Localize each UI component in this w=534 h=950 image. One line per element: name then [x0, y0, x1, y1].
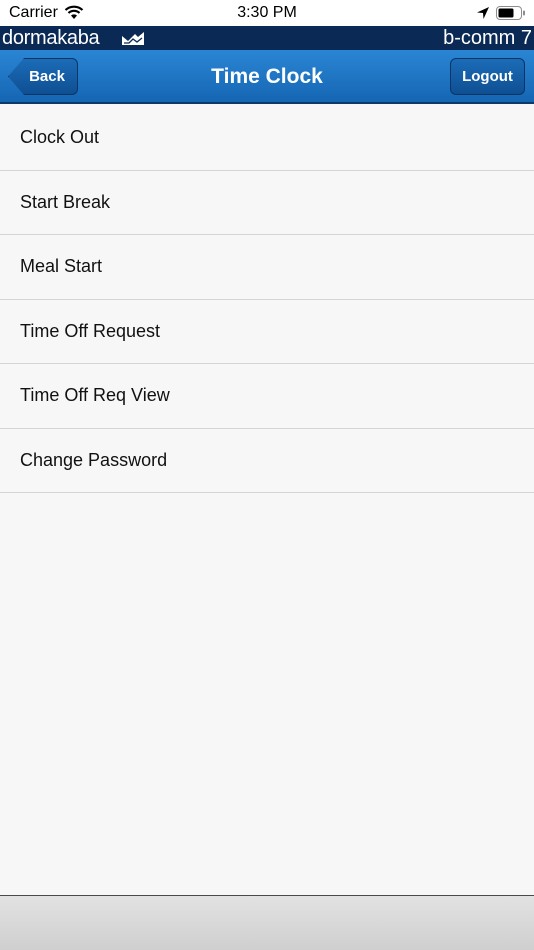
logout-button-label: Logout	[462, 68, 513, 85]
battery-icon	[496, 6, 525, 20]
location-icon	[477, 7, 489, 19]
menu-list: Clock Out Start Break Meal Start Time Of…	[0, 106, 534, 493]
dormakaba-mark-icon	[122, 32, 144, 45]
menu-item-label: Clock Out	[20, 127, 100, 148]
menu-item-change-password[interactable]: Change Password	[0, 429, 534, 493]
menu-item-label: Start Break	[20, 191, 111, 212]
brand-banner: dormakaba b-comm 7	[0, 26, 534, 50]
menu-item-clock-out[interactable]: Clock Out	[0, 106, 534, 171]
menu-item-meal-start[interactable]: Meal Start	[0, 235, 534, 300]
menu-item-label: Time Off Req View	[20, 385, 170, 406]
brand-logo: dormakaba	[2, 27, 100, 49]
menu-item-label: Meal Start	[20, 256, 103, 277]
menu-item-label: Time Off Request	[20, 320, 161, 341]
status-bar: Carrier 3:30 PM	[0, 0, 534, 26]
status-time: 3:30 PM	[237, 4, 297, 21]
app-name: b-comm 7	[443, 27, 532, 49]
menu-item-label: Change Password	[20, 449, 168, 470]
logout-button[interactable]: Logout	[450, 58, 525, 95]
navigation-bar: Back Time Clock Logout	[0, 50, 534, 104]
menu-item-time-off-req-view[interactable]: Time Off Req View	[0, 364, 534, 429]
time-clock-screen: Carrier 3:30 PM dormakaba b-comm 7 Back …	[0, 0, 534, 950]
menu-item-time-off-request[interactable]: Time Off Request	[0, 300, 534, 364]
bottom-toolbar	[0, 895, 534, 950]
menu-item-start-break[interactable]: Start Break	[0, 171, 534, 235]
